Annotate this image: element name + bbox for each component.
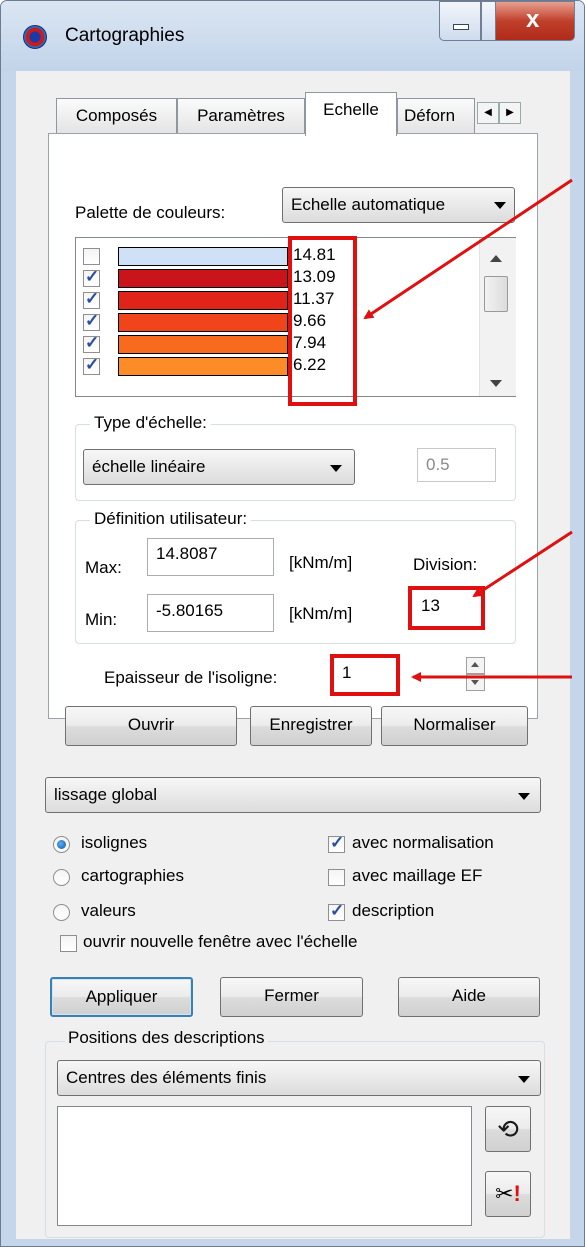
annotation-arrows xyxy=(363,178,573,682)
tab-echelle[interactable]: Echelle xyxy=(305,92,397,136)
arrow-to-division xyxy=(472,530,573,598)
arrow-to-values xyxy=(363,178,573,320)
